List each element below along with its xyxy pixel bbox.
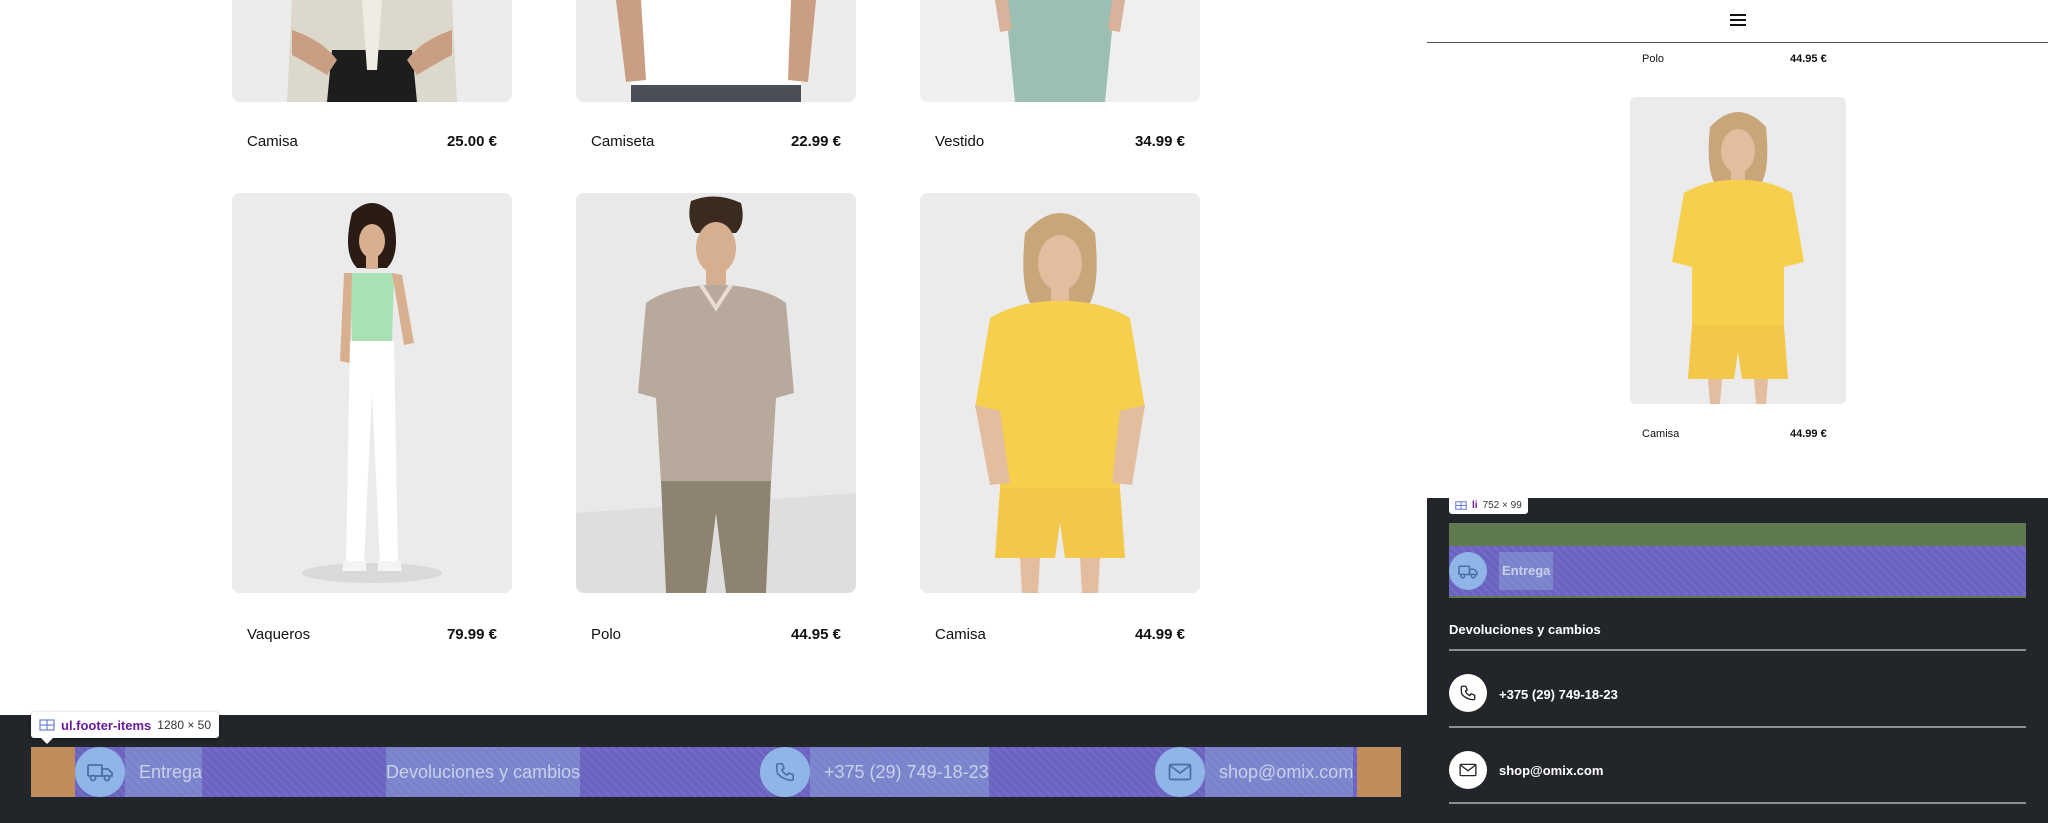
product-card[interactable]: Vestido 34.99 € — [920, 0, 1200, 153]
product-price: 44.95 € — [790, 626, 841, 643]
product-card[interactable]: Camiseta 22.99 € — [576, 0, 856, 153]
footer-item-label[interactable]: shop@omix.com — [1205, 747, 1354, 797]
product-price: 34.99 € — [1134, 133, 1185, 150]
product-price: 25.00 € — [446, 133, 497, 150]
mobile-header — [1427, 0, 2048, 43]
product-image[interactable] — [232, 0, 512, 102]
product-price: 22.99 € — [790, 133, 841, 150]
inspector-element-tag: li — [1472, 499, 1478, 511]
devtools-inspector-tooltip: ul.footer-items 1280 × 50 — [31, 712, 220, 744]
product-card[interactable]: Camisa 44.99 € — [920, 193, 1200, 646]
product-image[interactable] — [576, 193, 856, 593]
inspector-element-size: 752 × 99 — [1482, 499, 1522, 511]
footer-item-label[interactable]: shop@omix.com — [1499, 763, 1603, 778]
footer-item-delivery[interactable]: Entrega — [75, 747, 203, 797]
phone-icon — [760, 747, 810, 797]
product-name[interactable]: Vestido — [935, 133, 984, 150]
product-price: 44.95 € — [1790, 53, 1827, 65]
inspector-element-tag: ul.footer-items — [61, 717, 152, 733]
product-name[interactable]: Polo — [591, 626, 621, 643]
product-name[interactable]: Camiseta — [591, 133, 654, 150]
product-image[interactable] — [1630, 97, 1846, 404]
footer-item-label[interactable]: +375 (29) 749-18-23 — [1499, 687, 1618, 702]
footer-item-label[interactable]: Entrega — [125, 747, 203, 797]
product-image[interactable] — [920, 193, 1200, 593]
footer-item-label[interactable]: Devoluciones y cambios — [386, 747, 581, 797]
footer-item-label[interactable]: Entrega — [1499, 552, 1554, 590]
footer-item-returns[interactable]: Devoluciones y cambios — [1449, 605, 2026, 651]
truck-icon — [1449, 552, 1487, 590]
mail-icon — [1449, 751, 1487, 789]
desktop-page: Camisa 25.00 € Camiseta 22.99 € Vestido … — [0, 0, 1427, 823]
footer-item-delivery[interactable]: Entrega — [1449, 523, 2026, 598]
footer-item-returns[interactable]: Devoluciones y cambios — [386, 747, 581, 797]
product-name[interactable]: Camisa — [247, 133, 298, 150]
product-image[interactable] — [232, 193, 512, 593]
product-price: 44.99 € — [1790, 428, 1827, 440]
product-name[interactable]: Camisa — [935, 626, 986, 643]
truck-icon — [75, 747, 125, 797]
product-card[interactable]: Camisa 25.00 € — [232, 0, 512, 153]
footer-item-phone[interactable]: +375 (29) 749-18-23 — [1449, 656, 2026, 728]
product-name[interactable]: Camisa — [1642, 428, 1679, 440]
product-card[interactable]: Vaqueros 79.99 € — [232, 193, 512, 646]
footer-item-label[interactable]: Devoluciones y cambios — [1449, 622, 1601, 637]
devtools-inspector-tooltip: li 752 × 99 — [1449, 496, 1528, 514]
footer-item-label[interactable]: +375 (29) 749-18-23 — [810, 747, 989, 797]
product-name[interactable]: Vaqueros — [247, 626, 310, 643]
hamburger-icon[interactable] — [1730, 14, 1746, 26]
product-image[interactable] — [920, 0, 1200, 102]
product-price: 44.99 € — [1134, 626, 1185, 643]
footer-item-email[interactable]: shop@omix.com — [1155, 747, 1354, 797]
product-image[interactable] — [576, 0, 856, 102]
footer-items-list: Entrega Devoluciones y cambios +375 (29)… — [31, 747, 1401, 797]
product-price: 79.99 € — [446, 626, 497, 643]
footer-item-phone[interactable]: +375 (29) 749-18-23 — [760, 747, 989, 797]
footer-item-email[interactable]: shop@omix.com — [1449, 735, 2026, 804]
inspector-element-size: 1280 × 50 — [157, 718, 212, 732]
grid-layout-icon — [39, 719, 55, 731]
product-name[interactable]: Polo — [1642, 53, 1664, 65]
mail-icon — [1155, 747, 1205, 797]
mobile-preview: Polo 44.95 € Camisa 44.99 € li 752 × 99 — [1427, 0, 2048, 823]
product-card[interactable]: Polo 44.95 € — [576, 193, 856, 646]
grid-layout-icon — [1455, 500, 1467, 510]
phone-icon — [1449, 674, 1487, 712]
